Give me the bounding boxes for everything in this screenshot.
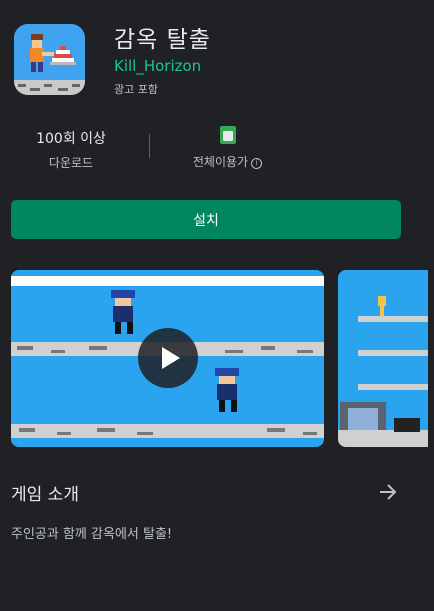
about-section-title[interactable]: 게임 소개 (11, 480, 79, 505)
downloads-value: 100회 이상 (36, 131, 106, 147)
downloads-stat: 100회 이상 다운로드 (30, 128, 112, 171)
play-icon[interactable] (138, 328, 198, 388)
app-title: 감옥 탈출 (114, 27, 211, 53)
stats-divider (149, 134, 150, 158)
content-rating-badge-icon (219, 126, 236, 144)
arrow-right-icon[interactable] (376, 480, 400, 504)
app-icon (14, 24, 85, 95)
developer-link[interactable]: Kill_Horizon (114, 57, 201, 75)
ads-label: 광고 포함 (114, 83, 158, 96)
screenshot-2[interactable] (338, 270, 428, 447)
app-description: 주인공과 함께 감옥에서 탈출! (11, 527, 173, 542)
content-rating-stat[interactable]: 전체이용가 i (175, 126, 280, 170)
install-button[interactable]: 설치 (11, 200, 401, 239)
content-rating-label: 전체이용가 (192, 155, 249, 169)
downloads-label: 다운로드 (48, 156, 94, 170)
info-icon[interactable]: i (251, 158, 263, 169)
